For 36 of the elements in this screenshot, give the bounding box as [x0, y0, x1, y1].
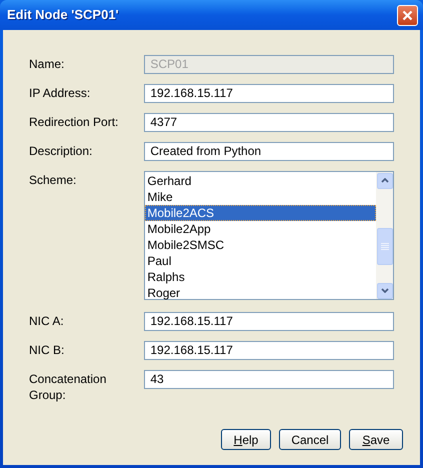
list-item[interactable]: Mobile2App [145, 221, 376, 237]
list-item[interactable]: Roger [145, 285, 376, 301]
field-label: Redirection Port: [29, 114, 120, 130]
input-field[interactable]: 4377 [144, 113, 394, 132]
input-field[interactable]: 192.168.15.117 [144, 312, 394, 331]
list-item[interactable]: Gerhard [145, 173, 376, 189]
field-label: Name: [29, 56, 66, 72]
list-item[interactable]: Mike [145, 189, 376, 205]
dialog-button[interactable]: Save [349, 429, 403, 450]
input-field[interactable]: 192.168.15.117 [144, 84, 394, 103]
input-field[interactable]: 43 [144, 370, 394, 389]
close-button[interactable] [397, 4, 418, 26]
scroll-down-button[interactable] [376, 282, 392, 298]
list-item[interactable]: Mobile2SMSC [145, 237, 376, 253]
scroll-thumb[interactable] [376, 228, 392, 264]
dialog-button[interactable]: Cancel [279, 429, 341, 450]
input-field[interactable]: 192.168.15.117 [144, 341, 394, 360]
grip-icon [380, 242, 388, 250]
scheme-list[interactable]: Gerhard Mike Mobile2ACS Mobile2App Mobile2SMSC Paul Ralphs Roger [144, 171, 394, 300]
chevron-up-icon [380, 178, 388, 183]
window-title: Edit Node 'SCP01' [7, 6, 119, 24]
input-field[interactable]: Created from Python [144, 142, 394, 161]
field-label: Scheme: [29, 172, 78, 188]
chevron-down-icon [380, 288, 388, 293]
list-item[interactable]: Mobile2ACS [145, 205, 376, 221]
list-item[interactable]: Ralphs [145, 269, 376, 285]
field-label: Description: [29, 143, 94, 159]
dialog-button[interactable]: Help [221, 429, 271, 450]
scroll-up-button[interactable] [376, 172, 392, 188]
list-item[interactable]: Paul [145, 253, 376, 269]
field-label: NIC B: [29, 342, 66, 358]
field-label: IP Address: [29, 85, 92, 101]
scrollbar[interactable] [376, 172, 393, 299]
close-icon [402, 10, 413, 20]
field-label: Concatenation Group: [29, 371, 108, 403]
field-label: NIC A: [29, 313, 65, 329]
